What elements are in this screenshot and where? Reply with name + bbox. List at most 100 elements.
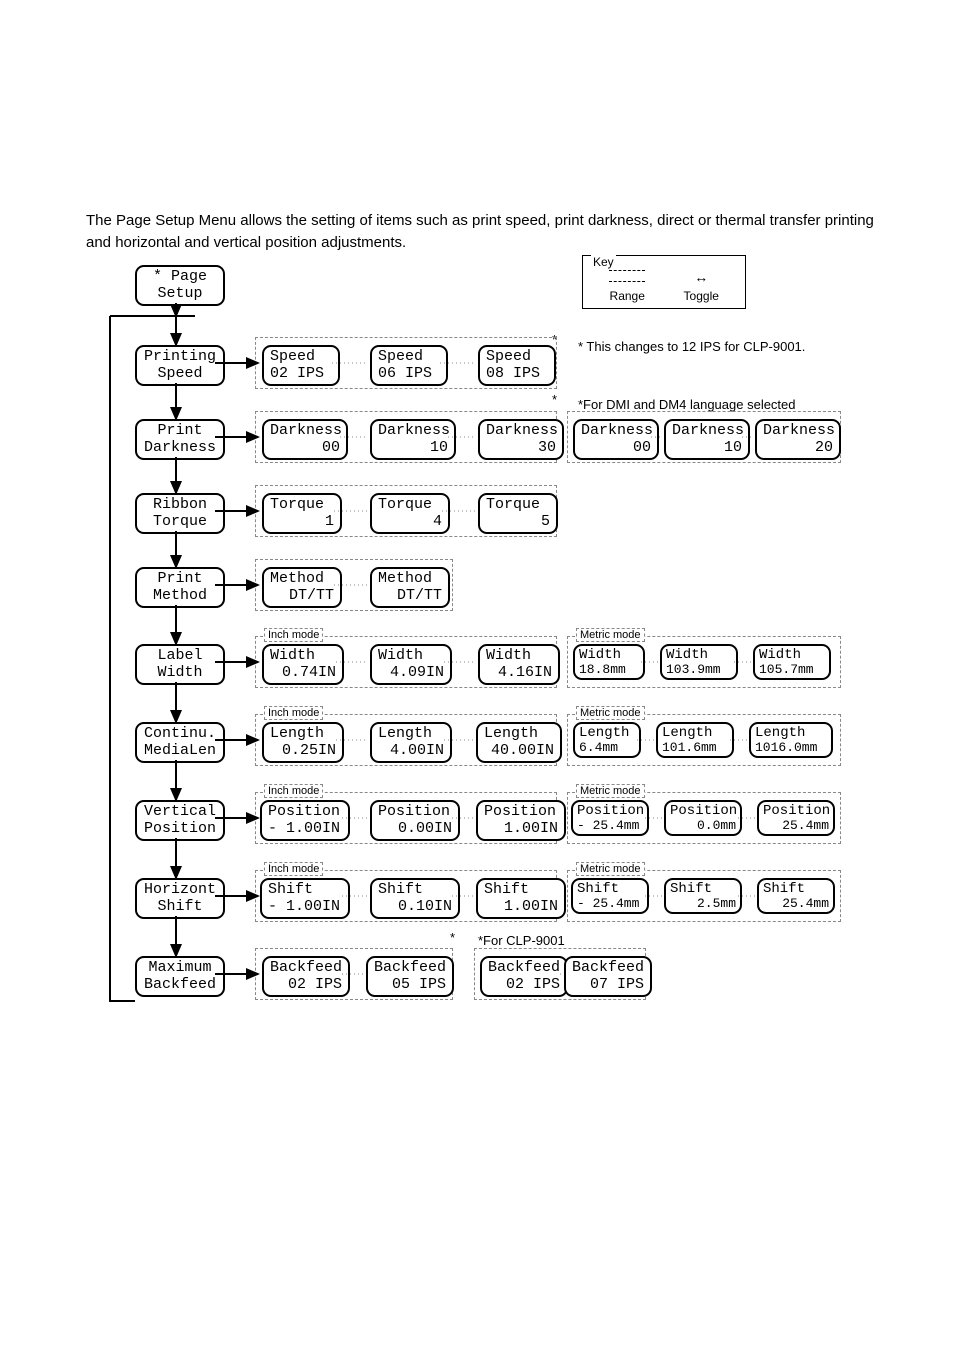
val-t: Darkness <box>270 423 340 440</box>
val-v: 0.00IN <box>378 821 452 838</box>
val-v: 1.00IN <box>484 821 558 838</box>
val-t: Torque <box>378 497 442 514</box>
val-width-in-1: Width4.09IN <box>370 644 452 685</box>
val-hshift-in-2: Shift1.00IN <box>476 878 566 919</box>
val-v: 00 <box>270 440 340 457</box>
menu-printing-speed: Printing Speed <box>135 345 225 386</box>
menu-l1: Ribbon <box>143 497 217 514</box>
menu-l2: Width <box>143 665 217 682</box>
val-back-1: Backfeed05 IPS <box>366 956 454 997</box>
menu-l1: Print <box>143 571 217 588</box>
val-v: - 25.4mm <box>577 819 643 833</box>
val-hshift-in-0: Shift- 1.00IN <box>260 878 350 919</box>
val-vpos-mm-0: Position- 25.4mm <box>571 800 649 836</box>
menu-ribbon-torque: Ribbon Torque <box>135 493 225 534</box>
val-v: 105.7mm <box>759 663 825 677</box>
menu-print-darkness: Print Darkness <box>135 419 225 460</box>
val-speed-2: Speed08 IPS <box>478 345 556 386</box>
val-torque-2: Torque5 <box>478 493 558 534</box>
val-t: Position <box>484 804 558 821</box>
menu-l1: Printing <box>143 349 217 366</box>
note-clp9001-ips: * This changes to 12 IPS for CLP-9001. <box>578 339 805 354</box>
val-v: 1.00IN <box>484 899 558 916</box>
val-v: 10 <box>672 440 742 457</box>
val-v: 00 <box>581 440 651 457</box>
val-v: 07 IPS <box>572 977 644 994</box>
val-hshift-in-1: Shift0.10IN <box>370 878 460 919</box>
val-v: 30 <box>486 440 556 457</box>
menu-l2: Method <box>143 588 217 605</box>
val-vpos-mm-2: Position25.4mm <box>757 800 835 836</box>
val-width-mm-1: Width103.9mm <box>660 644 738 680</box>
val-back-0: Backfeed02 IPS <box>262 956 350 997</box>
menu-l2: MediaLen <box>143 743 217 760</box>
val-speed-1: Speed06 IPS <box>370 345 448 386</box>
val-dark-2: Darkness30 <box>478 419 564 460</box>
menu-l1: Maximum <box>143 960 217 977</box>
menu-l1: Vertical <box>143 804 217 821</box>
val-t: Darkness <box>763 423 833 440</box>
val-width-mm-2: Width105.7mm <box>753 644 831 680</box>
val-width-in-2: Width4.16IN <box>478 644 560 685</box>
val-t: Torque <box>486 497 550 514</box>
menu-l2: Torque <box>143 514 217 531</box>
val-t: Position <box>670 804 736 819</box>
val-t: Backfeed <box>374 960 446 977</box>
val-hshift-mm-2: Shift25.4mm <box>757 878 835 914</box>
val-v: 4 <box>378 514 442 531</box>
menu-l2: Darkness <box>143 440 217 457</box>
val-t: Shift <box>577 882 643 897</box>
menu-l2: Position <box>143 821 217 838</box>
val-len-mm-1: Length101.6mm <box>656 722 734 758</box>
star-marker: * <box>450 930 455 945</box>
val-v: 4.16IN <box>486 665 552 682</box>
val-dark-1: Darkness10 <box>370 419 456 460</box>
legend-toggle-symbol: ↔ <box>665 268 737 286</box>
menu-l1: Label <box>143 648 217 665</box>
val-t: Speed <box>270 349 332 366</box>
val-t: Method <box>378 571 442 588</box>
val-back-alt-1: Backfeed07 IPS <box>564 956 652 997</box>
val-v: 25.4mm <box>763 897 829 911</box>
tag-metric: Metric mode <box>576 706 645 720</box>
val-dark-alt-1: Darkness10 <box>664 419 750 460</box>
val-t: Shift <box>670 882 736 897</box>
val-v: DT/TT <box>378 588 442 605</box>
menu-l1: Horizont <box>143 882 217 899</box>
val-vpos-mm-1: Position0.0mm <box>664 800 742 836</box>
val-hshift-mm-1: Shift2.5mm <box>664 878 742 914</box>
val-v: 02 IPS <box>270 977 342 994</box>
val-torque-0: Torque1 <box>262 493 342 534</box>
note-dmi-dm4: *For DMI and DM4 language selected <box>578 397 796 412</box>
val-v: 5 <box>486 514 550 531</box>
menu-l2: Backfeed <box>143 977 217 994</box>
tag-inch: Inch mode <box>264 862 323 876</box>
val-t: Darkness <box>486 423 556 440</box>
val-v: - 25.4mm <box>577 897 643 911</box>
val-t: Darkness <box>672 423 742 440</box>
menu-horizont-shift: Horizont Shift <box>135 878 225 919</box>
val-v: 02 IPS <box>270 366 332 383</box>
val-back-alt-0: Backfeed02 IPS <box>480 956 568 997</box>
val-t: Shift <box>378 882 452 899</box>
val-t: Backfeed <box>572 960 644 977</box>
val-torque-1: Torque4 <box>370 493 450 534</box>
val-v: 2.5mm <box>670 897 736 911</box>
val-speed-0: Speed02 IPS <box>262 345 340 386</box>
val-t: Width <box>378 648 444 665</box>
val-t: Shift <box>484 882 558 899</box>
val-t: Length <box>755 726 827 741</box>
val-t: Backfeed <box>488 960 560 977</box>
val-len-mm-0: Length6.4mm <box>573 722 641 758</box>
val-v: 1 <box>270 514 334 531</box>
val-t: Position <box>577 804 643 819</box>
val-t: Length <box>378 726 444 743</box>
val-t: Shift <box>268 882 342 899</box>
root-l1: * Page <box>143 269 217 286</box>
val-vpos-in-0: Position- 1.00IN <box>260 800 350 841</box>
val-dark-alt-2: Darkness20 <box>755 419 841 460</box>
tag-inch: Inch mode <box>264 706 323 720</box>
val-vpos-in-1: Position0.00IN <box>370 800 460 841</box>
val-v: 0.10IN <box>378 899 452 916</box>
val-width-mm-0: Width18.8mm <box>573 644 645 680</box>
